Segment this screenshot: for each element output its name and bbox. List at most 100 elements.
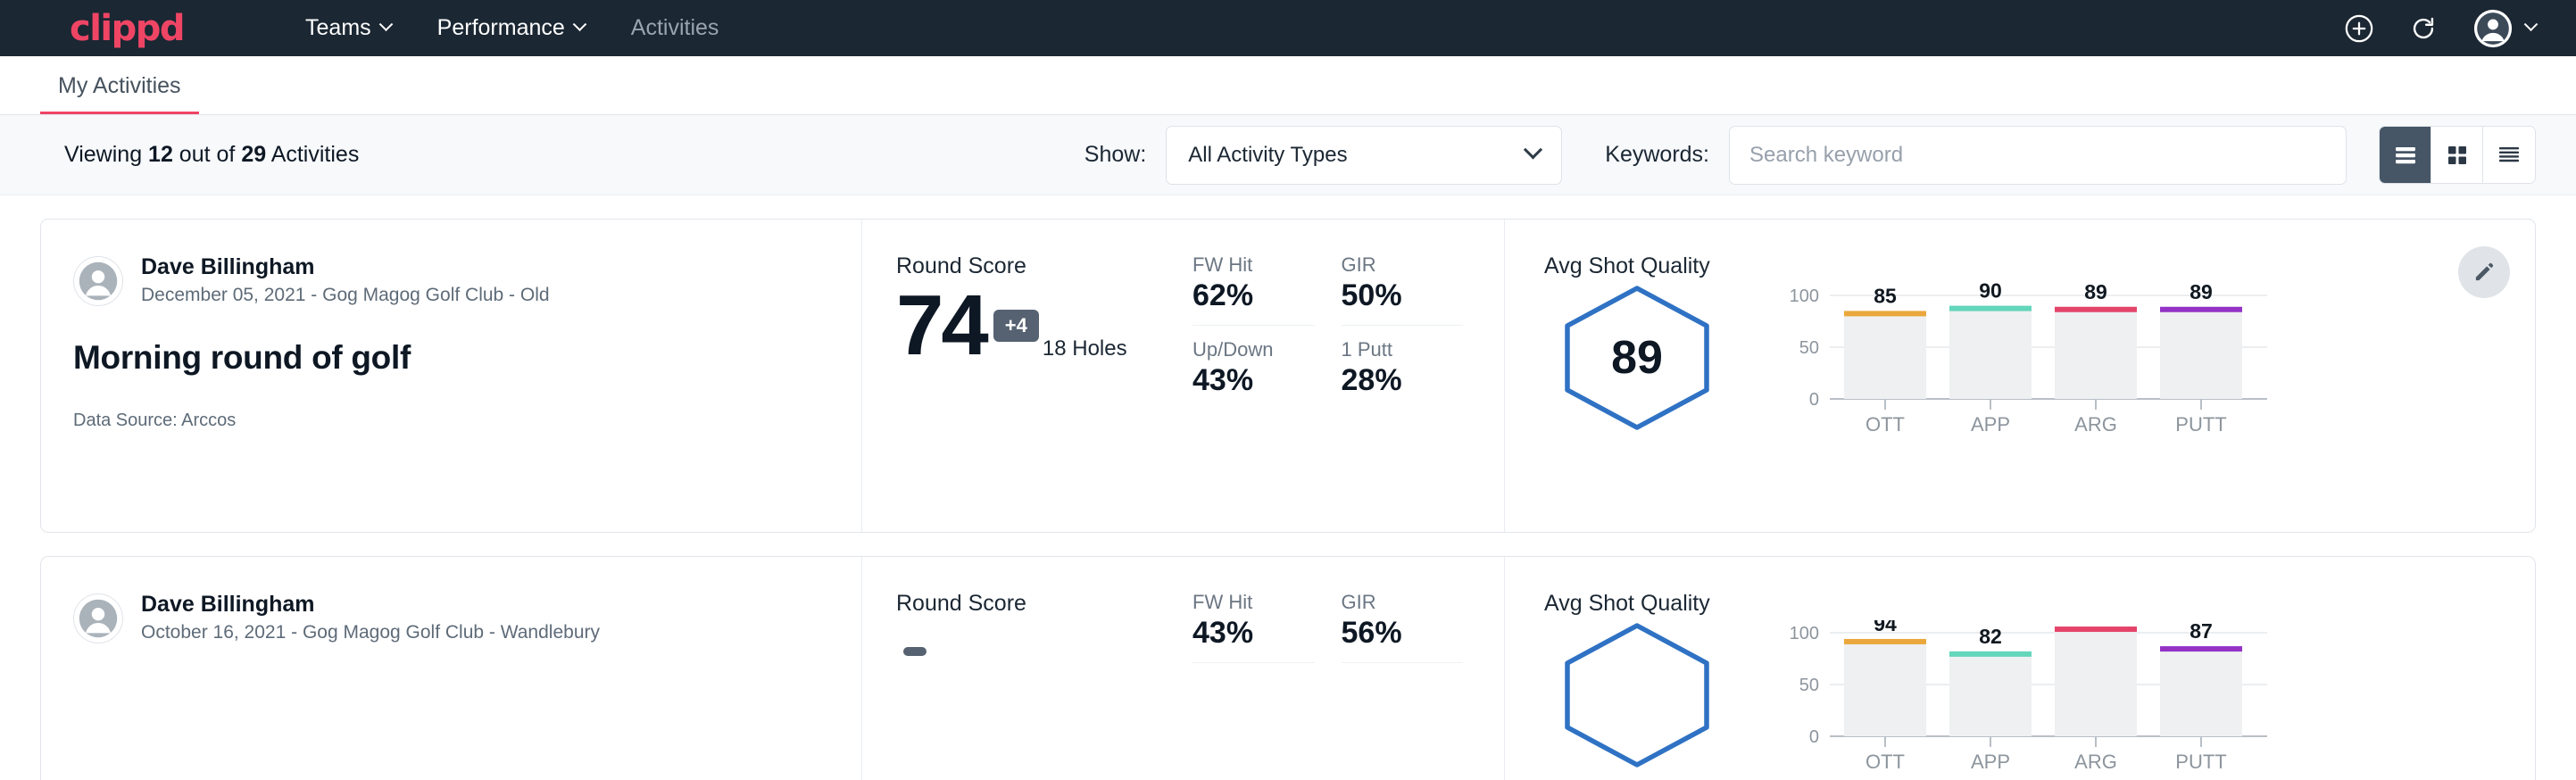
avatar <box>73 593 123 643</box>
view-mode-compact-button[interactable] <box>2483 127 2535 183</box>
stat-label: GIR <box>1342 253 1464 277</box>
y-tick-label: 100 <box>1790 286 1819 306</box>
person-avatar-icon <box>74 593 122 643</box>
bar-group-app: 90 APP <box>1949 283 2032 435</box>
bar-value-label: 85 <box>1874 284 1897 307</box>
bar-value-label: 94 <box>1874 620 1897 635</box>
person-avatar-icon <box>74 256 122 306</box>
account-menu-button[interactable] <box>2472 8 2536 49</box>
stat-value: 56% <box>1342 616 1464 651</box>
stat-value: 43% <box>1192 363 1315 398</box>
grid-view-icon <box>2446 144 2469 167</box>
clippd-logo[interactable]: clippd <box>70 11 184 46</box>
viewing-prefix: Viewing <box>64 142 148 167</box>
stat-gir: GIR 50% <box>1342 253 1464 326</box>
account-avatar-icon <box>2472 8 2514 49</box>
y-tick-label: 0 <box>1809 390 1819 410</box>
stat-fw-hit: FW Hit 62% <box>1192 253 1315 326</box>
bar-value-label: 89 <box>2084 283 2107 303</box>
bar-value-label: 90 <box>1979 283 2002 303</box>
activity-type-select[interactable]: All Activity Types <box>1166 126 1562 185</box>
activity-data-source: Data Source: Arccos <box>73 411 826 431</box>
view-mode-list-button[interactable] <box>2380 127 2431 183</box>
quality-hexagon <box>1557 620 1717 770</box>
x-tick-label: PUTT <box>2175 413 2226 435</box>
stat-up-down: Up/Down 43% <box>1192 326 1315 398</box>
keywords-label: Keywords: <box>1605 142 1709 168</box>
score-to-par-badge <box>903 647 927 656</box>
stat-one-putt: 1 Putt 28% <box>1342 326 1464 398</box>
activity-title: Morning round of golf <box>73 339 826 377</box>
nav-item-teams[interactable]: Teams <box>282 15 414 41</box>
avg-shot-quality-label: Avg Shot Quality <box>1544 591 2535 617</box>
nav-item-performance[interactable]: Performance <box>414 15 608 41</box>
compact-view-icon <box>2497 144 2522 167</box>
activity-card[interactable]: Dave Billingham December 05, 2021 - Gog … <box>40 219 2536 533</box>
nav-actions <box>2344 8 2536 49</box>
holes-played: 18 Holes <box>1043 336 1127 361</box>
edit-activity-button[interactable] <box>2458 246 2510 298</box>
shot-quality-bar-chart: 100 50 0 94 OTT <box>1767 620 2276 772</box>
pencil-icon <box>2472 261 2496 284</box>
quality-hexagon: 89 <box>1557 283 1717 433</box>
x-tick-label: ARG <box>2074 751 2117 772</box>
nav-label-teams: Teams <box>305 15 371 41</box>
bar-group-app: 82 APP <box>1949 625 2032 772</box>
chevron-down-icon <box>378 17 393 31</box>
viewing-summary: Viewing 12 out of 29 Activities <box>64 142 359 168</box>
x-tick-label: APP <box>1971 751 2010 772</box>
tab-my-activities[interactable]: My Activities <box>40 73 199 114</box>
round-score-section: Round Score <box>862 557 1192 780</box>
stat-label: 1 Putt <box>1342 338 1464 361</box>
stat-label: Up/Down <box>1192 338 1315 361</box>
stat-value: 43% <box>1192 616 1315 651</box>
bar-group-arg: 89 ARG <box>2055 283 2137 435</box>
avg-shot-quality-value <box>1557 620 1717 770</box>
add-activity-button[interactable] <box>2344 13 2374 44</box>
score-to-par-badge: +4 <box>993 310 1039 342</box>
viewing-total: 29 <box>241 142 266 167</box>
top-navigation-bar: clippd Teams Performance Activities <box>0 0 2576 56</box>
bar-group-arg: 106 ARG <box>2055 620 2137 772</box>
y-tick-label: 50 <box>1799 676 1819 695</box>
activity-card[interactable]: Dave Billingham October 16, 2021 - Gog M… <box>40 556 2536 780</box>
round-score-label: Round Score <box>896 591 1192 617</box>
x-tick-label: PUTT <box>2175 751 2226 772</box>
view-mode-toggle-group <box>2379 126 2536 184</box>
show-label: Show: <box>1084 142 1146 168</box>
activity-author: Dave Billingham December 05, 2021 - Gog … <box>73 253 826 309</box>
refresh-icon <box>2408 13 2439 44</box>
plus-circle-icon <box>2344 13 2374 44</box>
stat-value: 62% <box>1192 278 1315 313</box>
activity-card-list: Dave Billingham December 05, 2021 - Gog … <box>0 195 2576 780</box>
nav-item-activities[interactable]: Activities <box>608 15 743 41</box>
stat-value: 50% <box>1342 278 1464 313</box>
activity-summary: Dave Billingham December 05, 2021 - Gog … <box>41 220 862 532</box>
search-input[interactable] <box>1729 126 2347 185</box>
filter-toolbar: Viewing 12 out of 29 Activities Show: Al… <box>0 115 2576 195</box>
activity-meta: October 16, 2021 - Gog Magog Golf Club -… <box>141 620 600 645</box>
viewing-middle: out of <box>173 142 241 167</box>
chevron-down-icon <box>573 17 587 31</box>
refresh-button[interactable] <box>2408 13 2439 44</box>
main-nav-links: Teams Performance Activities <box>282 15 742 41</box>
bar-group-putt: 87 PUTT <box>2160 620 2242 772</box>
chevron-down-icon <box>1524 140 1542 159</box>
viewing-count: 12 <box>148 142 173 167</box>
activity-meta: December 05, 2021 - Gog Magog Golf Club … <box>141 283 550 308</box>
x-tick-label: OTT <box>1866 751 1905 772</box>
x-tick-label: ARG <box>2074 413 2117 435</box>
view-mode-grid-button[interactable] <box>2431 127 2483 183</box>
author-name: Dave Billingham <box>141 253 550 281</box>
chevron-down-icon <box>2524 17 2539 31</box>
x-tick-label: APP <box>1971 413 2010 435</box>
avatar <box>73 256 123 306</box>
activity-type-value: All Activity Types <box>1188 143 1347 168</box>
bar-group-putt: 89 PUTT <box>2160 283 2242 435</box>
round-score-label: Round Score <box>896 253 1192 279</box>
stat-label: GIR <box>1342 591 1464 614</box>
stat-gir: GIR 56% <box>1342 591 1464 663</box>
avg-shot-quality-section: Avg Shot Quality 89 100 <box>1505 220 2535 532</box>
y-tick-label: 100 <box>1790 624 1819 643</box>
y-tick-label: 0 <box>1809 727 1819 747</box>
